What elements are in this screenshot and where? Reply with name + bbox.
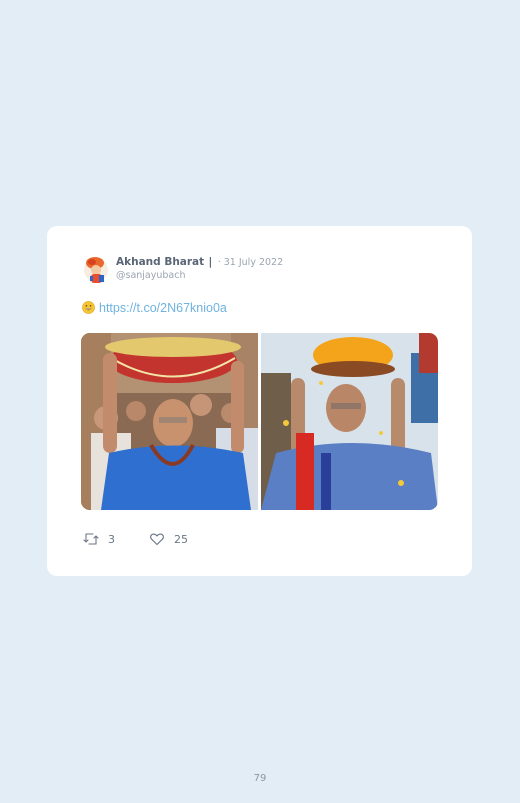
tweet-image-right[interactable]: [261, 333, 438, 510]
avatar[interactable]: [82, 254, 110, 284]
author-name[interactable]: Akhand Bharat: [116, 256, 204, 268]
tweet-actions: 3 25: [83, 532, 188, 546]
like-count: 25: [174, 532, 188, 546]
author-handle[interactable]: @sanjayubach: [116, 269, 186, 282]
tweet-image-left[interactable]: [81, 333, 258, 510]
heart-icon: [150, 533, 164, 546]
like-button[interactable]: 25: [149, 532, 188, 546]
page-number: 79: [253, 773, 267, 784]
retweet-button[interactable]: 3: [83, 532, 115, 546]
tweet-link[interactable]: https://t.co/2N67knio0a: [99, 301, 227, 315]
retweet-icon: [83, 533, 99, 545]
grinning-face-icon: [82, 301, 95, 314]
tweet-media: [81, 333, 438, 510]
tweet-text: https://t.co/2N67knio0a: [82, 300, 227, 316]
name-separator: |: [208, 256, 213, 268]
tweet-card: Akhand Bharat | · 31 July 2022 @sanjayub…: [47, 226, 472, 576]
author-line: Akhand Bharat | · 31 July 2022: [116, 256, 283, 269]
tweet-date[interactable]: · 31 July 2022: [218, 257, 283, 268]
retweet-count: 3: [108, 532, 115, 546]
